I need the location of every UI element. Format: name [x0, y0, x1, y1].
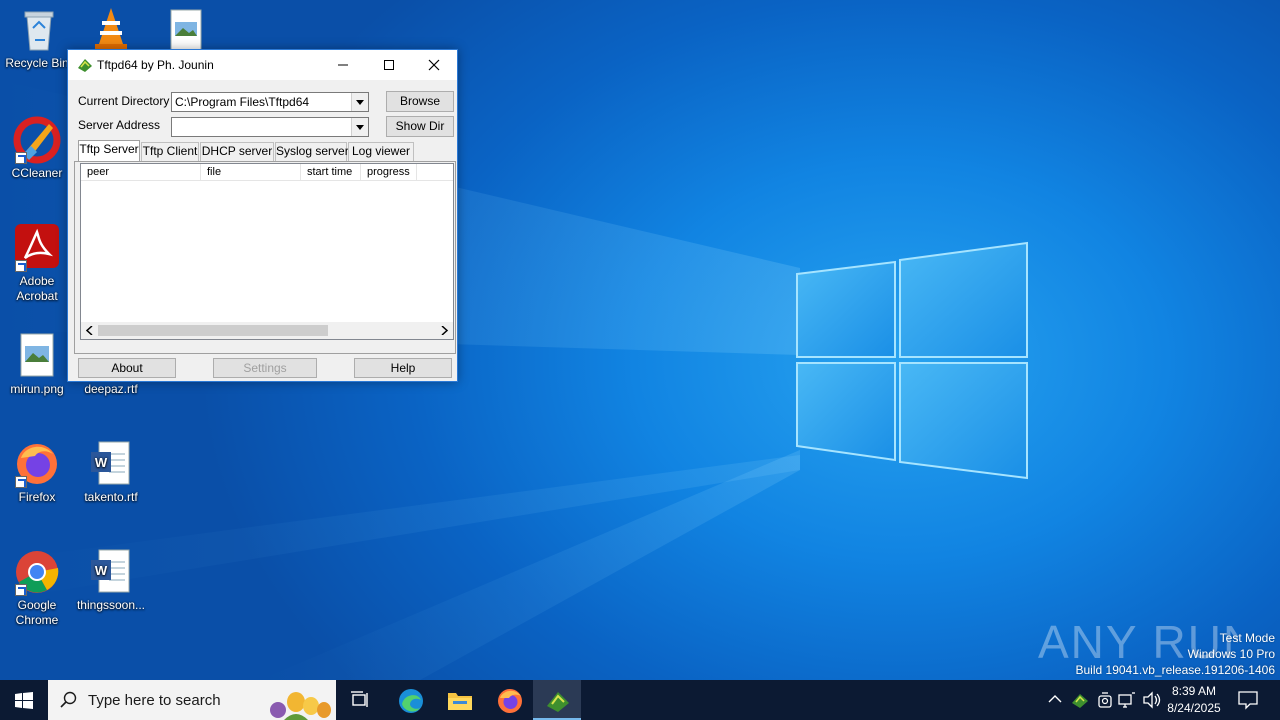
tftpd-tray-icon[interactable] — [1071, 691, 1089, 709]
vlc-icon — [87, 6, 135, 54]
windows-start-icon — [15, 692, 33, 709]
notification-icon — [1238, 691, 1258, 710]
desktop-icon-thingssoon[interactable]: W thingssoon... — [74, 548, 148, 613]
about-button[interactable]: About — [78, 358, 176, 378]
close-button[interactable] — [411, 50, 457, 80]
ccleaner-icon — [13, 116, 61, 164]
clock-time: 8:39 AM — [1171, 684, 1217, 698]
notification-center-button[interactable] — [1230, 680, 1280, 720]
scroll-right-button[interactable] — [436, 322, 453, 339]
adobe-acrobat-icon — [13, 224, 61, 272]
dropdown-arrow-icon[interactable] — [351, 93, 368, 111]
column-header-peer[interactable]: peer — [81, 164, 201, 181]
security-icon[interactable] — [1096, 691, 1114, 709]
shortcut-arrow-icon — [15, 476, 27, 488]
desktop-icon-google-chrome[interactable]: Google Chrome — [0, 548, 74, 628]
server-address-label: Server Address — [78, 118, 161, 132]
test-mode-label: Test Mode — [1219, 631, 1275, 645]
image-file-icon — [163, 6, 211, 54]
column-header-progress[interactable]: progress — [361, 164, 417, 181]
scroll-left-button[interactable] — [81, 322, 98, 339]
network-icon[interactable] — [1118, 691, 1136, 709]
shortcut-arrow-icon — [15, 260, 27, 272]
minimize-button[interactable] — [320, 50, 366, 80]
scrollbar-thumb[interactable] — [98, 325, 328, 336]
current-directory-combo[interactable]: C:\Program Files\Tftpd64 — [171, 92, 369, 112]
show-dir-button[interactable]: Show Dir — [386, 116, 454, 137]
desktop-icon-mirun-png[interactable]: mirun.png — [0, 332, 74, 397]
taskbar-firefox[interactable] — [485, 680, 533, 720]
recycle-bin-icon — [13, 6, 61, 54]
shortcut-arrow-icon — [15, 152, 27, 164]
column-header-start-time[interactable]: start time — [301, 164, 361, 181]
edge-icon — [399, 689, 423, 713]
search-highlight-art-icon — [270, 692, 331, 720]
folder-icon — [448, 693, 472, 710]
tab-tftp-server[interactable]: Tftp Server — [78, 140, 140, 161]
word-document-icon: W — [87, 440, 135, 488]
search-icon — [60, 691, 77, 708]
svg-text:W: W — [95, 563, 108, 578]
image-file-icon — [13, 332, 61, 380]
chevron-right-icon — [441, 325, 449, 336]
help-button[interactable]: Help — [354, 358, 452, 378]
tab-syslog-server[interactable]: Syslog server — [275, 142, 349, 161]
taskbar-tftpd64[interactable] — [533, 680, 581, 720]
svg-text:W: W — [95, 455, 108, 470]
chevron-up-icon[interactable] — [1048, 694, 1062, 704]
server-address-combo[interactable] — [171, 117, 369, 137]
close-icon — [428, 59, 440, 71]
shortcut-arrow-icon — [15, 584, 27, 596]
tab-log-viewer[interactable]: Log viewer — [348, 142, 414, 161]
column-header-file[interactable]: file — [201, 164, 301, 181]
volume-icon[interactable] — [1142, 691, 1162, 709]
taskbar: Type here to search 8:39 AM 8/24/2025 — [0, 680, 1280, 720]
desktop-icon-firefox[interactable]: Firefox — [0, 440, 74, 505]
task-view-button[interactable] — [336, 680, 384, 720]
tab-tftp-client[interactable]: Tftp Client — [141, 142, 199, 161]
transfer-list[interactable]: peer file start time progress — [80, 163, 454, 340]
desktop-icon-adobe-acrobat[interactable]: Adobe Acrobat — [0, 224, 74, 304]
tftp-server-panel: peer file start time progress — [74, 161, 456, 354]
desktop-icon-ccleaner[interactable]: CCleaner — [0, 116, 74, 181]
settings-button[interactable]: Settings — [213, 358, 317, 378]
maximize-button[interactable] — [366, 50, 412, 80]
browse-button[interactable]: Browse — [386, 91, 454, 112]
taskbar-file-explorer[interactable] — [435, 680, 483, 720]
system-info: Test Mode Windows 10 Pro Build 19041.vb_… — [1076, 630, 1276, 678]
tftpd-app-icon — [547, 692, 569, 712]
clock-date: 8/24/2025 — [1167, 701, 1221, 715]
maximize-icon — [384, 60, 394, 70]
desktop-icon-takento-rtf[interactable]: W takento.rtf — [74, 440, 148, 505]
horizontal-scrollbar[interactable] — [81, 322, 453, 339]
current-directory-label: Current Directory — [78, 94, 170, 108]
word-document-icon: W — [87, 548, 135, 596]
taskbar-edge[interactable] — [386, 680, 434, 720]
search-box[interactable]: Type here to search — [48, 680, 336, 720]
tftpd-app-icon — [78, 59, 92, 72]
desktop-icon-recycle-bin[interactable]: Recycle Bin — [0, 6, 74, 71]
tab-dhcp-server[interactable]: DHCP server — [200, 142, 274, 161]
os-label: Windows 10 Pro — [1187, 647, 1275, 661]
task-view-icon — [351, 691, 368, 707]
chrome-icon — [13, 548, 61, 596]
list-header: peer file start time progress — [81, 164, 453, 181]
search-placeholder: Type here to search — [88, 692, 221, 709]
minimize-icon — [338, 64, 348, 66]
clock[interactable]: 8:39 AM 8/24/2025 — [1160, 683, 1228, 717]
firefox-icon — [13, 440, 61, 488]
tftpd64-window: Tftpd64 by Ph. Jounin Current Directory … — [67, 49, 458, 382]
chevron-left-icon — [85, 325, 93, 336]
title-bar[interactable]: Tftpd64 by Ph. Jounin — [68, 50, 457, 80]
start-button[interactable] — [0, 680, 48, 720]
current-directory-value: C:\Program Files\Tftpd64 — [175, 95, 310, 109]
firefox-icon — [498, 689, 522, 713]
build-label: Build 19041.vb_release.191206-1406 — [1075, 663, 1276, 677]
window-title: Tftpd64 by Ph. Jounin — [97, 58, 214, 72]
dropdown-arrow-icon[interactable] — [351, 118, 368, 136]
